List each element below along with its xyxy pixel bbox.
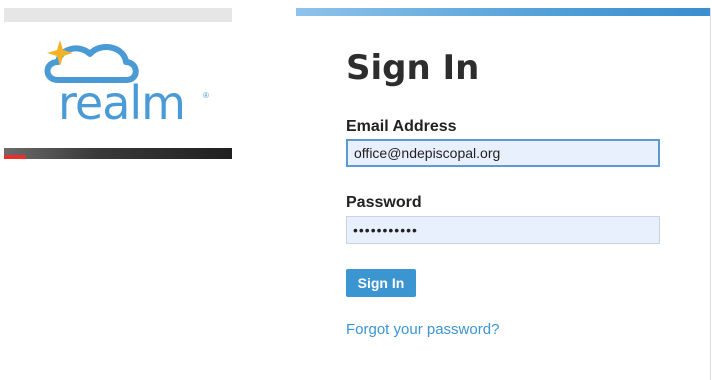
video-progress-fill [4,155,26,159]
password-field[interactable]: ••••••••••• [346,216,660,244]
registered-mark: ® [203,91,209,100]
email-label: Email Address [346,118,457,135]
sign-in-panel: Sign In Email Address office@ndepiscopal… [296,8,711,380]
page-title: Sign In [346,48,480,88]
sign-in-button[interactable]: Sign In [346,269,416,297]
password-label: Password [346,194,422,211]
panel-accent-bar [296,8,710,16]
logo-wordmark: realm [58,76,186,130]
realm-logo: realm ® [40,36,220,136]
video-progress-bar[interactable] [4,148,232,159]
left-top-bar [4,8,232,22]
forgot-password-link[interactable]: Forgot your password? [346,321,499,338]
email-field[interactable]: office@ndepiscopal.org [346,139,660,167]
